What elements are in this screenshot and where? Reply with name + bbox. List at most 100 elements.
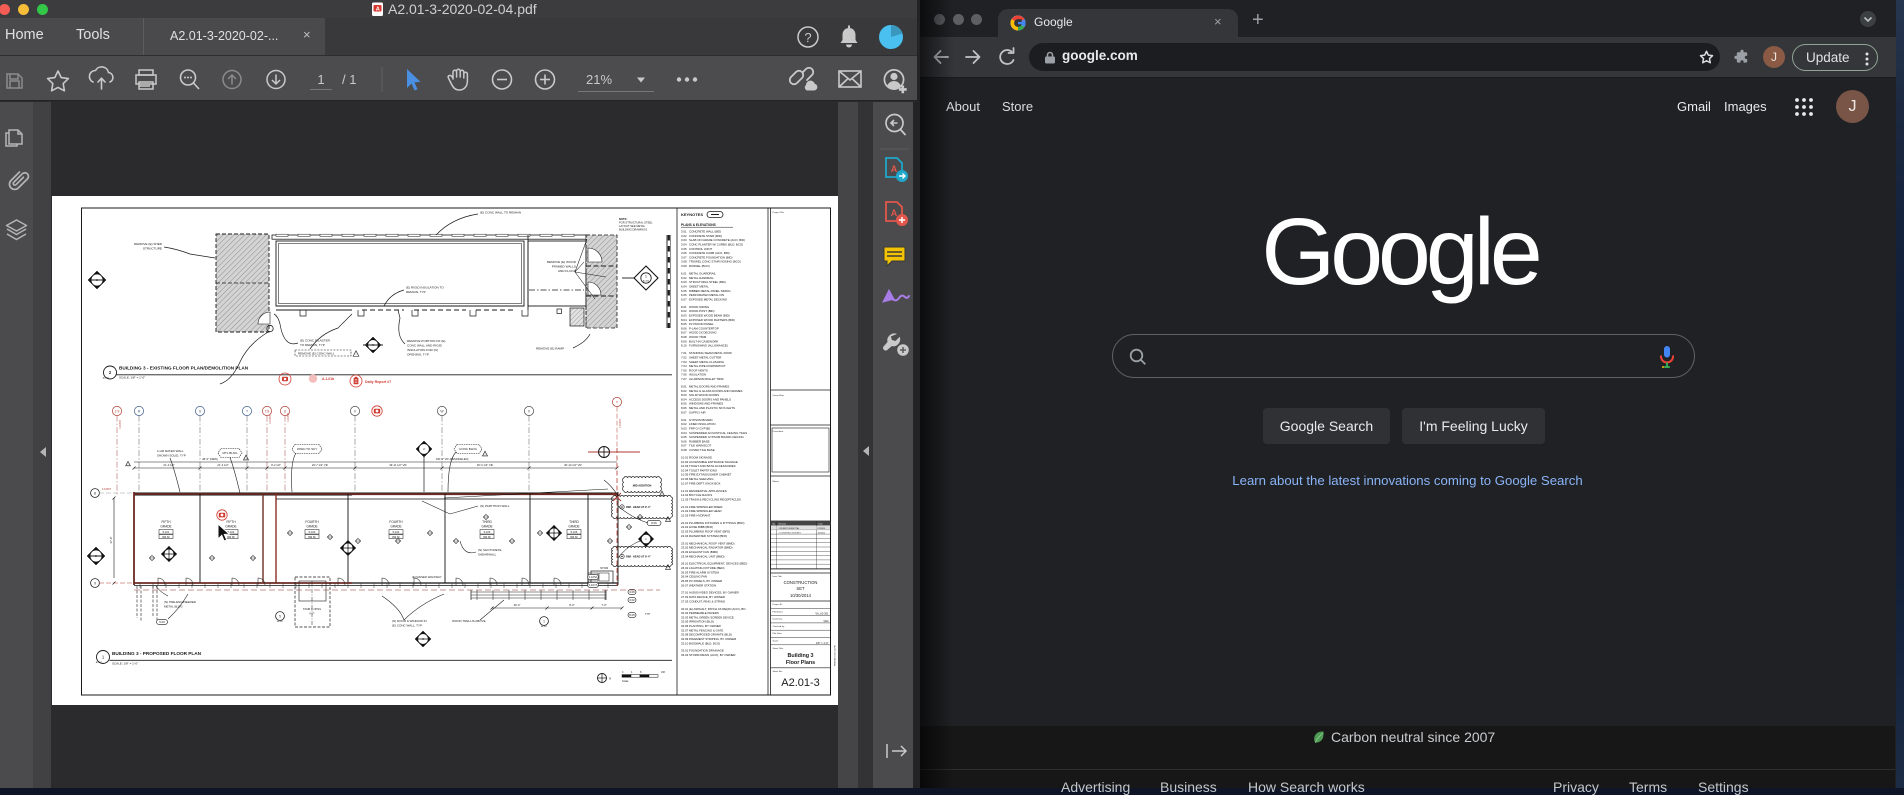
svg-text:1/8" = 1'-0": 1/8" = 1'-0"	[816, 641, 829, 645]
svg-text:/ 1: / 1	[342, 72, 356, 87]
svg-text:33.02: 33.02	[681, 653, 689, 657]
svg-text:REMOVE (E) CONC WALL: REMOVE (E) CONC WALL	[298, 352, 335, 356]
svg-text:FIRE DEPT. KNOX BOX: FIRE DEPT. KNOX BOX	[689, 481, 721, 485]
svg-text:FIRE HYDRANT: FIRE HYDRANT	[689, 514, 711, 518]
svg-text:39'-11 1/2" VIF: 39'-11 1/2" VIF	[389, 463, 407, 467]
svg-text:5.03: 5.03	[159, 620, 165, 624]
svg-text:A2-301: A2-301	[96, 661, 103, 664]
svg-text:BUILDING 3 - PROPOSED FLOOR PL: BUILDING 3 - PROPOSED FLOOR PLAN	[112, 651, 202, 656]
svg-text:Scale:: Scale:	[773, 641, 779, 643]
svg-text:30'-10 1/2" VIF: 30'-10 1/2" VIF	[564, 463, 582, 467]
svg-text:FOURTH: FOURTH	[389, 520, 403, 524]
svg-text:SCALE: 1/8" = 1'-0": SCALE: 1/8" = 1'-0"	[112, 662, 138, 666]
svg-text:A: A	[891, 208, 898, 218]
svg-text:21'-4 1/2": 21'-4 1/2"	[217, 463, 228, 467]
svg-text:1: 1	[543, 619, 545, 623]
svg-text:999 SF: 999 SF	[392, 536, 400, 539]
svg-text:CONC BLDG: CONC BLDG	[459, 447, 478, 451]
svg-text:A2-304: A2-304	[643, 280, 649, 283]
svg-text:OPEN TO SKY: OPEN TO SKY	[297, 447, 317, 451]
svg-text:3.09: 3.09	[681, 264, 687, 268]
svg-text:Owner Rep:: Owner Rep:	[773, 394, 785, 397]
svg-text:SHOWN SOLID, TYP: SHOWN SOLID, TYP	[157, 454, 186, 458]
svg-text:SET: SET	[796, 586, 805, 591]
svg-text:STORM DRAIN (ACO), BY OWNER: STORM DRAIN (ACO), BY OWNER	[689, 653, 735, 657]
svg-text:GRADE: GRADE	[481, 525, 492, 529]
svg-text:7'-0": 7'-0"	[601, 603, 606, 607]
svg-text:THIRD: THIRD	[482, 520, 492, 524]
svg-text:OPENING, TYP: OPENING, TYP	[407, 353, 429, 357]
svg-text:Building 3: Building 3	[787, 653, 813, 659]
svg-text:NOTE:: NOTE:	[619, 217, 627, 221]
svg-text:8: 8	[94, 491, 96, 495]
svg-text:VA_A2-301: VA_A2-301	[815, 612, 829, 616]
svg-text:CONSTRUCTION: CONSTRUCTION	[784, 580, 818, 585]
svg-text:SHEARWALL: SHEARWALL	[478, 553, 497, 557]
svg-text:REMOVE PORTION OF (E): REMOVE PORTION OF (E)	[407, 339, 445, 343]
svg-text:23.04: 23.04	[681, 554, 689, 558]
svg-text:T.8: T.8	[265, 409, 270, 413]
svg-text:F.O.BST: F.O.BST	[269, 414, 272, 424]
svg-text:TRASH & RECYCLING RECEPTACLES: TRASH & RECYCLING RECEPTACLES	[689, 497, 741, 501]
svg-text:N: N	[609, 677, 611, 681]
svg-text:A2.01-3: A2.01-3	[781, 677, 820, 689]
svg-text:BUILDING DRAWINGS: BUILDING DRAWINGS	[619, 228, 647, 232]
svg-text:THIRD: THIRD	[569, 520, 579, 524]
svg-text:Project ID:: Project ID:	[773, 603, 784, 606]
svg-text:999 SF: 999 SF	[308, 536, 316, 539]
svg-text:Floor Plans: Floor Plans	[786, 660, 815, 666]
svg-text:5-101: 5-101	[163, 530, 170, 534]
svg-text:Plot Date:: Plot Date:	[773, 632, 783, 635]
svg-text:CONDUIT, RING & STRING: CONDUIT, RING & STRING	[689, 599, 726, 603]
svg-text:F.O.BST: F.O.BST	[102, 488, 112, 491]
svg-text:BIOSWALE (BLD, BCO): BIOSWALE (BLD, BCO)	[689, 641, 720, 645]
svg-text:Drawn by:: Drawn by:	[773, 618, 783, 621]
svg-text:GRADE: GRADE	[160, 525, 171, 529]
svg-text:10.07: 10.07	[681, 481, 689, 485]
svg-text:RAINWATER SYSTEM (BFD): RAINWATER SYSTEM (BFD)	[689, 534, 727, 538]
svg-text:(N) PRE-ENGINEERED: (N) PRE-ENGINEERED	[164, 600, 197, 604]
svg-text:REMOVE (E) SHED: REMOVE (E) SHED	[134, 242, 163, 246]
svg-text:1: 1	[645, 275, 647, 279]
svg-text:21.03: 21.03	[681, 514, 689, 518]
svg-text:BUILDING 3 - EXISTING FLOOR PL: BUILDING 3 - EXISTING FLOOR PLAN/DEMOLIT…	[119, 366, 249, 371]
svg-text:KEYNOTES: KEYNOTES	[681, 212, 703, 217]
svg-text:1 PERMIT SUBMITTAL: 1 PERMIT SUBMITTAL	[779, 527, 801, 530]
svg-text:GRADE: GRADE	[306, 525, 317, 529]
svg-text:CONC WALL AND RIGID: CONC WALL AND RIGID	[407, 344, 443, 348]
svg-text:30'-0": 30'-0"	[514, 603, 521, 607]
svg-text:5-106: 5-106	[571, 530, 578, 534]
svg-text:32.10: 32.10	[681, 641, 689, 645]
svg-text:29'-7 1/2" VIF: 29'-7 1/2" VIF	[312, 463, 329, 467]
svg-text:F.O.BST: F.O.BST	[619, 418, 622, 428]
svg-text:5-105: 5-105	[484, 530, 491, 534]
svg-text:3.02: 3.02	[629, 598, 635, 602]
svg-text:AND FLOOR: AND FLOOR	[558, 269, 577, 273]
svg-text:999 SF: 999 SF	[483, 536, 491, 539]
svg-text:10/30/14: 10/30/14	[818, 533, 827, 535]
svg-text:INSULATION FOR (N): INSULATION FOR (N)	[407, 348, 438, 352]
svg-text:ALUMINUM RIGLET TRIM: ALUMINUM RIGLET TRIM	[689, 377, 724, 381]
svg-text:T: T	[246, 409, 248, 413]
svg-text:MID ADDITION: MID ADDITION	[633, 484, 652, 488]
svg-text:RIM - HEAD AT 9'-4": RIM - HEAD AT 9'-4"	[626, 505, 651, 509]
svg-text:EXPOSED METAL DECKING: EXPOSED METAL DECKING	[689, 297, 728, 301]
svg-text:SUPPLY AIR: SUPPLY AIR	[689, 410, 706, 414]
svg-text:Issue Title:: Issue Title:	[773, 575, 783, 578]
svg-text:FOURTH: FOURTH	[305, 520, 319, 524]
svg-text:Scale: Scale	[622, 679, 629, 683]
svg-text:(E) CONC WALL, TYP: (E) CONC WALL, TYP	[392, 624, 422, 628]
svg-text:2 CONSTRUCTION SET: 2 CONSTRUCTION SET	[779, 533, 802, 535]
svg-text:27.03: 27.03	[681, 599, 689, 603]
svg-text:16ft: 16ft	[661, 671, 665, 674]
svg-text:REMAIN, TYP: REMAIN, TYP	[406, 290, 426, 294]
svg-text:FIFTH: FIFTH	[161, 520, 171, 524]
svg-text:5: 5	[279, 614, 281, 618]
svg-text:6.07: 6.07	[681, 297, 687, 301]
svg-text:Consultant:: Consultant:	[773, 430, 784, 433]
svg-text:(N) SHOTCRETE: (N) SHOTCRETE	[478, 548, 502, 552]
svg-text:8'-0": 8'-0"	[569, 603, 574, 607]
svg-text:FURNISHING (ALLOWANCE): FURNISHING (ALLOWANCE)	[689, 344, 728, 348]
svg-text:9: 9	[94, 581, 96, 585]
svg-text:A2-301: A2-301	[103, 377, 110, 380]
